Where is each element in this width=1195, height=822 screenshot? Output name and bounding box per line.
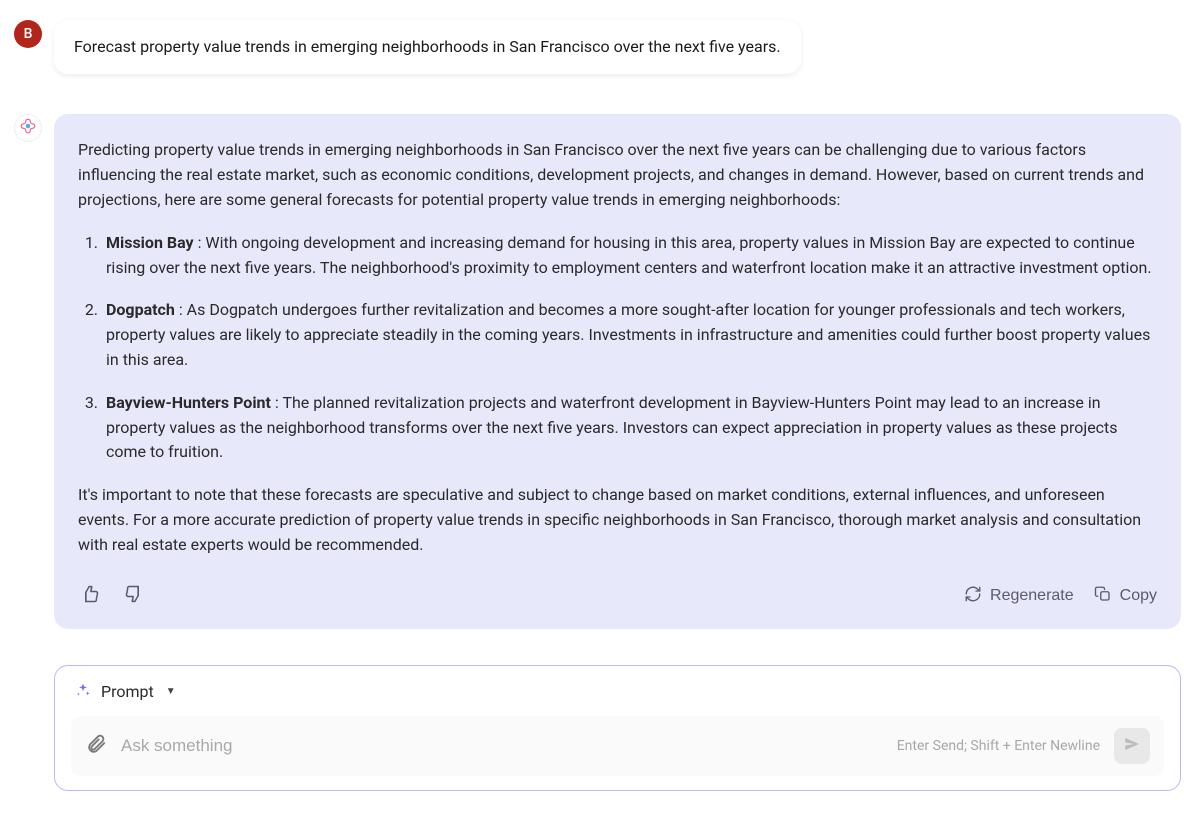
thumbs-down-button[interactable] [122,582,146,611]
neighborhood-text: : With ongoing development and increasin… [106,233,1152,277]
input-hint: Enter Send; Shift + Enter Newline [897,738,1100,754]
chevron-down-icon: ▼ [166,686,176,697]
neighborhood-name: Bayview-Hunters Point [106,393,271,412]
regenerate-icon [964,585,982,608]
input-panel: Prompt ▼ Enter Send; Shift + Enter Newli… [54,665,1181,791]
assistant-intro: Predicting property value trends in emer… [78,138,1157,212]
list-item: Bayview-Hunters Point : The planned revi… [102,391,1157,465]
list-item: Dogpatch : As Dogpatch undergoes further… [102,298,1157,372]
message-input[interactable] [121,736,883,756]
prompt-label: Prompt [101,682,154,701]
assistant-message-bubble: Predicting property value trends in emer… [54,114,1181,628]
attach-button[interactable] [85,733,107,758]
copy-icon [1094,585,1112,608]
regenerate-button[interactable]: Regenerate [964,585,1074,608]
neighborhood-list: Mission Bay : With ongoing development a… [78,231,1157,465]
sparkle-icon [75,682,91,702]
list-item: Mission Bay : With ongoing development a… [102,231,1157,281]
response-actions: Regenerate Copy [78,582,1157,611]
assistant-avatar [14,114,42,142]
thumbs-down-icon [124,584,144,609]
copy-label: Copy [1120,587,1157,605]
regenerate-label: Regenerate [990,587,1074,605]
paperclip-icon [85,733,107,758]
input-row: Enter Send; Shift + Enter Newline [71,716,1164,776]
thumbs-up-icon [80,584,100,609]
neighborhood-name: Dogpatch [106,300,175,319]
send-icon [1123,735,1141,756]
prompt-selector[interactable]: Prompt ▼ [71,680,1164,716]
user-message-row: B Forecast property value trends in emer… [14,20,1181,74]
thumbs-up-button[interactable] [78,582,102,611]
user-message-bubble: Forecast property value trends in emergi… [54,20,801,74]
assistant-message-row: Predicting property value trends in emer… [14,114,1181,628]
copy-button[interactable]: Copy [1094,585,1157,608]
user-avatar: B [14,20,42,48]
assistant-outro: It's important to note that these foreca… [78,483,1157,557]
assistant-logo-icon [19,117,37,139]
neighborhood-text: : As Dogpatch undergoes further revitali… [106,300,1150,369]
user-message-text: Forecast property value trends in emergi… [74,37,781,56]
send-button[interactable] [1114,728,1150,764]
user-avatar-letter: B [24,26,33,42]
neighborhood-name: Mission Bay [106,233,194,252]
